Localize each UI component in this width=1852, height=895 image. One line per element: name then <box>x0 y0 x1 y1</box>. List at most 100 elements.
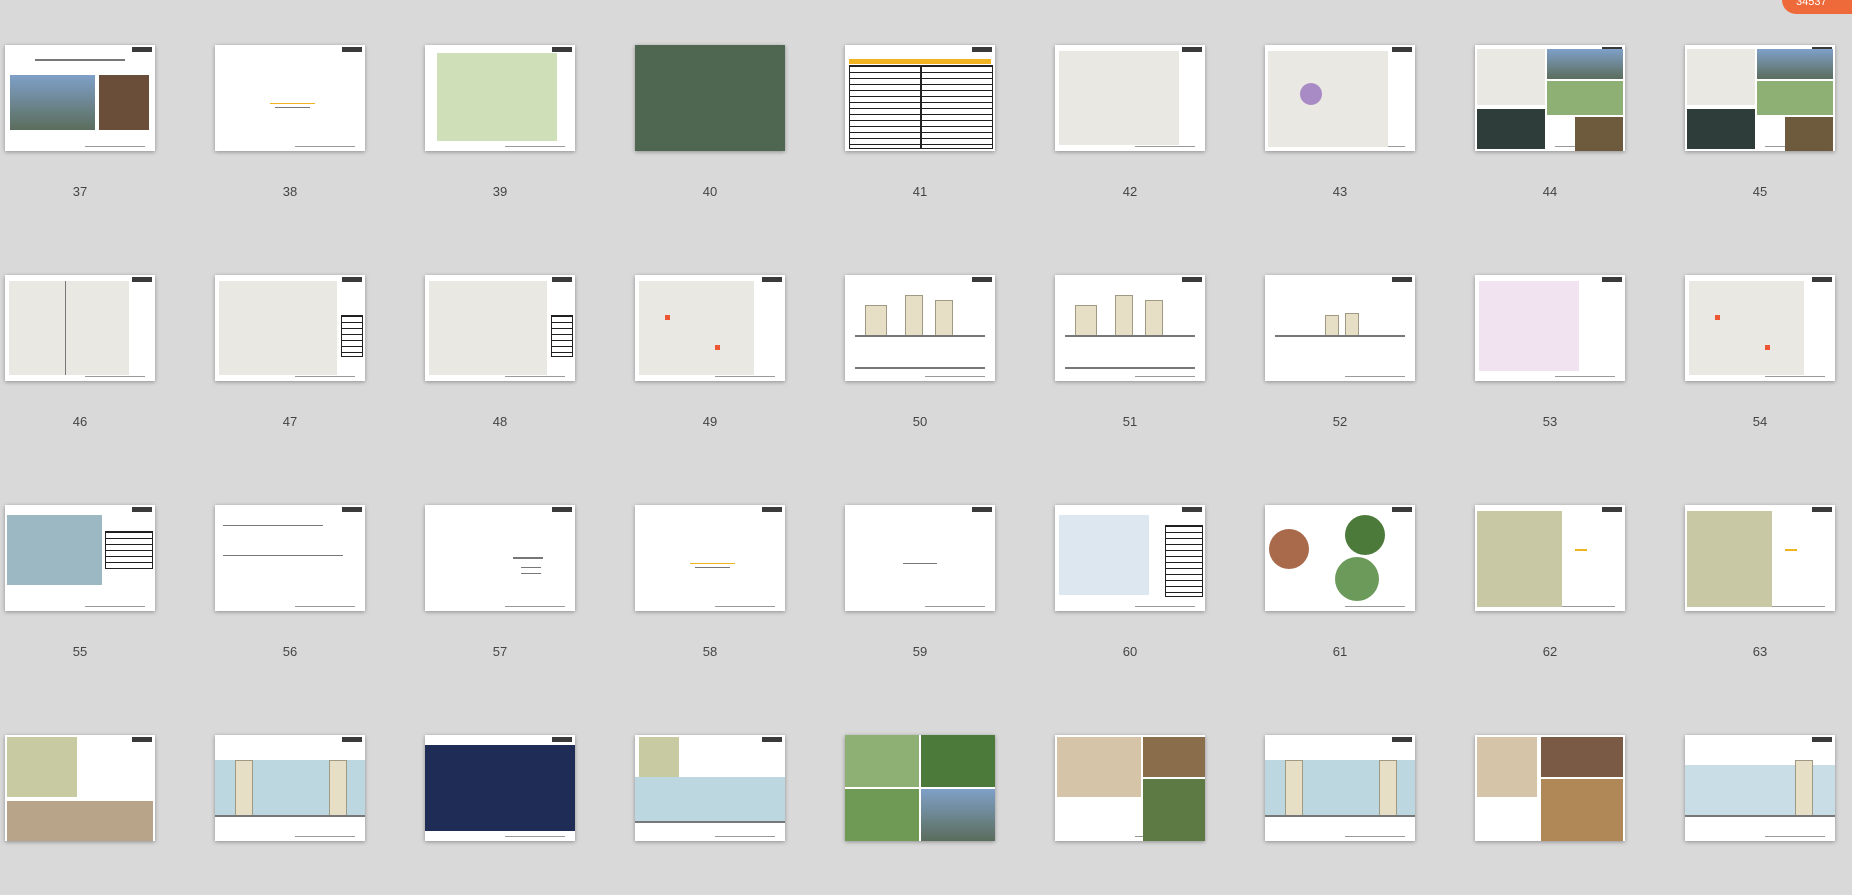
slide-thumbnail[interactable] <box>845 275 995 381</box>
preview-shape <box>903 563 937 564</box>
slide-thumbnail[interactable] <box>1265 505 1415 611</box>
slide-thumbnail[interactable] <box>5 45 155 151</box>
slide-thumbnail[interactable] <box>1685 735 1835 841</box>
slide-thumbnail[interactable] <box>1265 275 1415 381</box>
slide-thumbnail[interactable] <box>1475 735 1625 841</box>
slide-thumbnail-cell[interactable] <box>1685 735 1835 895</box>
slide-footer-line <box>295 376 355 377</box>
slide-thumbnail-cell[interactable]: 39 <box>425 45 575 205</box>
preview-shape <box>65 281 66 375</box>
preview-shape <box>1757 49 1833 79</box>
slide-thumbnail-cell[interactable]: 62 <box>1475 505 1625 665</box>
corner-badge[interactable]: 34537 <box>1782 0 1852 14</box>
slide-thumbnail[interactable] <box>1475 505 1625 611</box>
slide-thumbnail[interactable] <box>1055 45 1205 151</box>
slide-thumbnail-cell[interactable] <box>1265 735 1415 895</box>
slide-thumbnail-cell[interactable]: 52 <box>1265 275 1415 435</box>
slide-thumbnail-cell[interactable]: 57 <box>425 505 575 665</box>
slide-thumbnail-cell[interactable]: 45 <box>1685 45 1835 205</box>
preview-shape <box>1479 281 1579 371</box>
slide-thumbnail[interactable] <box>1685 275 1835 381</box>
slide-thumbnail[interactable] <box>215 275 365 381</box>
slide-footer-line <box>1765 606 1825 607</box>
slide-thumbnail[interactable] <box>1685 505 1835 611</box>
slide-thumbnail[interactable] <box>1055 505 1205 611</box>
slide-thumbnail-cell[interactable]: 61 <box>1265 505 1415 665</box>
slide-thumbnail-cell[interactable] <box>425 735 575 895</box>
slide-thumbnail[interactable] <box>635 505 785 611</box>
slide-thumbnail-cell[interactable]: 44 <box>1475 45 1625 205</box>
slide-header-mark <box>762 737 782 742</box>
slide-thumbnail-cell[interactable] <box>635 735 785 895</box>
slide-thumbnail-cell[interactable] <box>5 735 155 895</box>
slide-thumbnail-cell[interactable]: 48 <box>425 275 575 435</box>
slide-thumbnail[interactable] <box>635 275 785 381</box>
slide-thumbnail[interactable] <box>845 505 995 611</box>
slide-thumbnail[interactable] <box>635 735 785 841</box>
preview-shape <box>1268 51 1388 147</box>
slide-thumbnail-cell[interactable]: 38 <box>215 45 365 205</box>
slide-thumbnail-cell[interactable]: 56 <box>215 505 365 665</box>
slide-number: 61 <box>1332 644 1348 659</box>
slide-thumbnail-cell[interactable]: 51 <box>1055 275 1205 435</box>
slide-thumbnail-cell[interactable]: 47 <box>215 275 365 435</box>
slide-header-mark <box>1392 737 1412 742</box>
slide-number: 37 <box>72 184 88 199</box>
slide-thumbnail[interactable] <box>635 45 785 151</box>
slide-thumbnail-cell[interactable] <box>215 735 365 895</box>
slide-thumbnail[interactable] <box>425 735 575 841</box>
slide-thumbnail[interactable] <box>215 45 365 151</box>
slide-thumbnail-cell[interactable]: 63 <box>1685 505 1835 665</box>
slide-thumbnail-cell[interactable]: 53 <box>1475 275 1625 435</box>
slide-thumbnail-cell[interactable]: 42 <box>1055 45 1205 205</box>
slide-thumbnail-cell[interactable]: 50 <box>845 275 995 435</box>
slide-thumbnail[interactable] <box>845 735 995 841</box>
slide-thumbnail-cell[interactable] <box>1475 735 1625 895</box>
slide-thumbnail[interactable] <box>425 505 575 611</box>
slide-thumbnail-cell[interactable]: 49 <box>635 275 785 435</box>
slide-thumbnail[interactable] <box>1055 735 1205 841</box>
slide-number: 44 <box>1542 184 1558 199</box>
preview-shape <box>223 525 323 526</box>
slide-thumbnail-cell[interactable]: 46 <box>5 275 155 435</box>
slide-thumbnail[interactable] <box>1265 735 1415 841</box>
slide-thumbnail[interactable] <box>845 45 995 151</box>
slide-number: 42 <box>1122 184 1138 199</box>
preview-shape <box>690 563 735 564</box>
slide-thumbnail[interactable] <box>1475 45 1625 151</box>
slide-thumbnail[interactable] <box>5 505 155 611</box>
slide-number: 56 <box>282 644 298 659</box>
slide-thumbnail-cell[interactable]: 41 <box>845 45 995 205</box>
preview-shape <box>7 515 102 585</box>
slide-thumbnail-cell[interactable] <box>845 735 995 895</box>
slide-thumbnail-cell[interactable]: 40 <box>635 45 785 205</box>
preview-shape <box>1115 295 1133 337</box>
preview-shape <box>513 557 543 559</box>
slide-thumbnail[interactable] <box>425 275 575 381</box>
slide-thumbnail[interactable] <box>5 275 155 381</box>
slide-thumbnail-cell[interactable]: 54 <box>1685 275 1835 435</box>
slide-header-mark <box>1392 277 1412 282</box>
slide-thumbnail[interactable] <box>215 505 365 611</box>
slide-thumbnail[interactable] <box>1055 275 1205 381</box>
preview-shape <box>341 315 363 357</box>
slide-thumbnail-cell[interactable] <box>1055 735 1205 895</box>
slide-thumbnail[interactable] <box>1685 45 1835 151</box>
slide-thumbnail-cell[interactable]: 60 <box>1055 505 1205 665</box>
slide-footer-line <box>505 376 565 377</box>
slide-thumbnail-cell[interactable]: 59 <box>845 505 995 665</box>
slide-thumbnail[interactable] <box>5 735 155 841</box>
slide-thumbnail-cell[interactable]: 55 <box>5 505 155 665</box>
preview-shape <box>35 59 125 61</box>
slide-number: 58 <box>702 644 718 659</box>
slide-footer-line <box>1765 376 1825 377</box>
slide-thumbnail[interactable] <box>1265 45 1415 151</box>
slide-thumbnail-cell[interactable]: 58 <box>635 505 785 665</box>
slide-thumbnail[interactable] <box>215 735 365 841</box>
preview-shape <box>329 760 347 817</box>
preview-shape <box>1687 511 1772 607</box>
slide-thumbnail[interactable] <box>425 45 575 151</box>
slide-thumbnail-cell[interactable]: 37 <box>5 45 155 205</box>
slide-thumbnail[interactable] <box>1475 275 1625 381</box>
slide-thumbnail-cell[interactable]: 43 <box>1265 45 1415 205</box>
